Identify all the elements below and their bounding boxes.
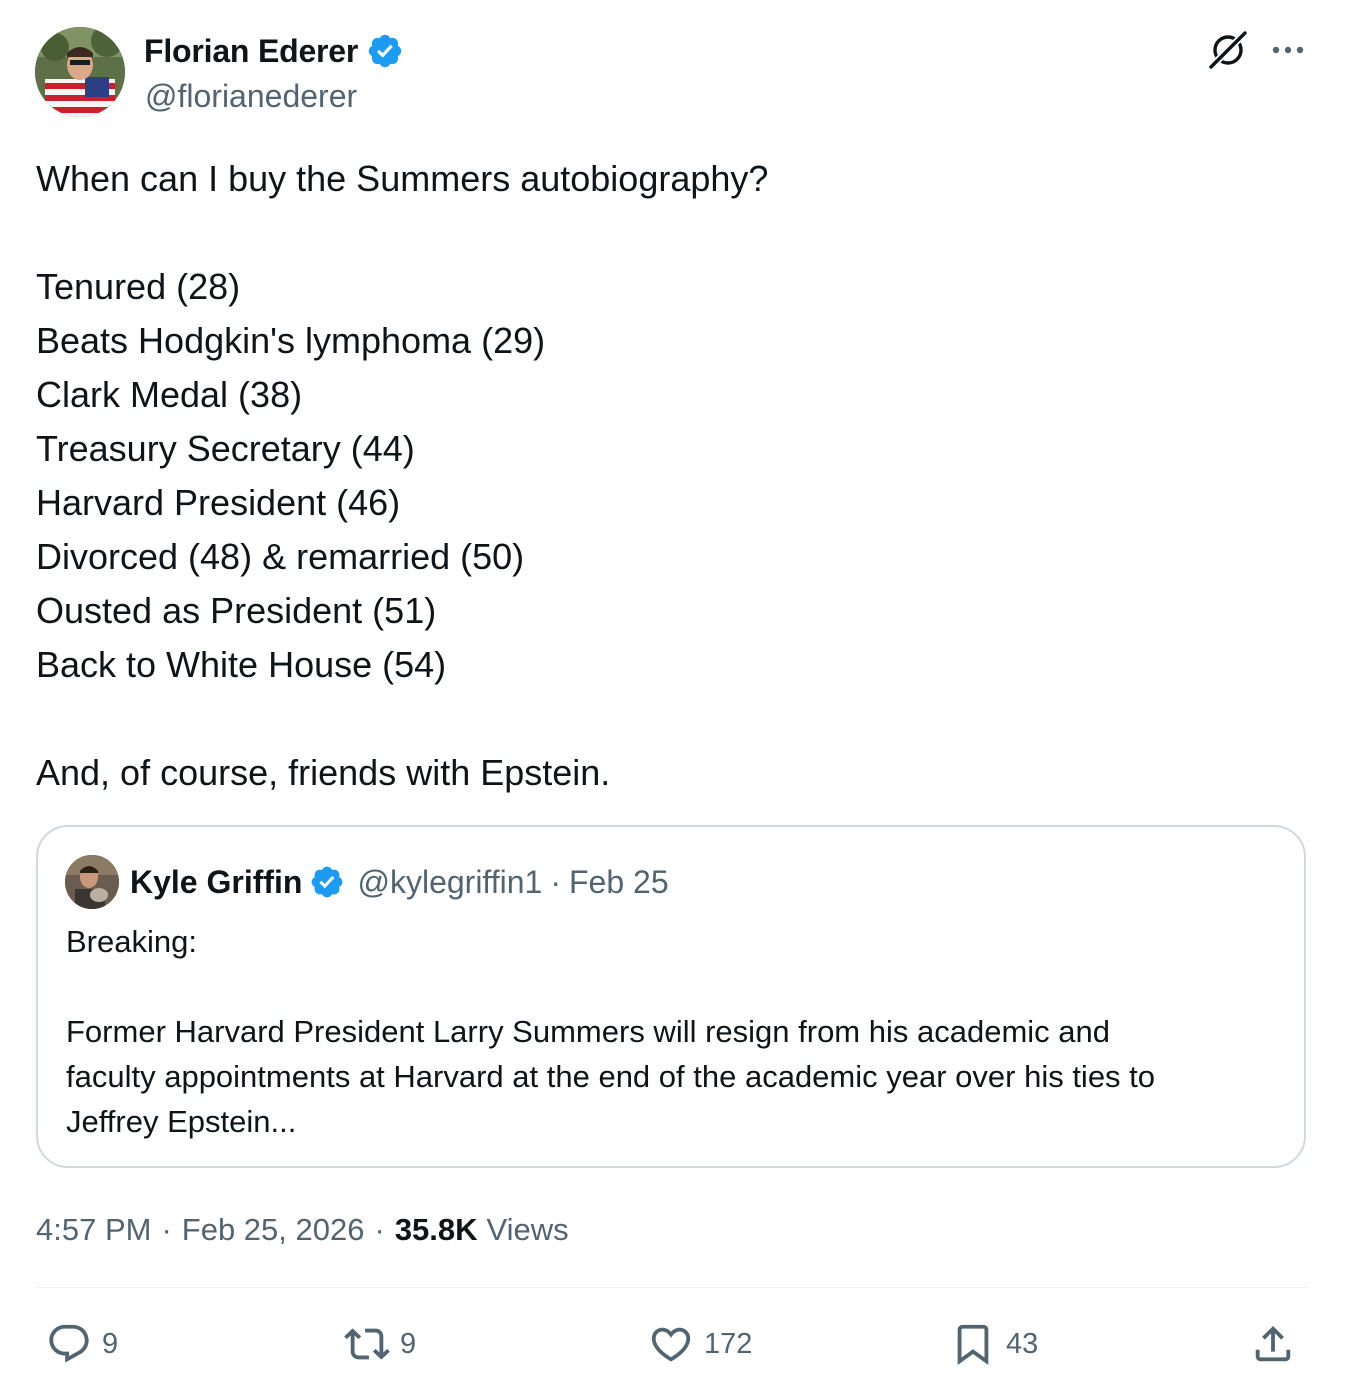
author-name[interactable]: Florian Ederer bbox=[144, 33, 358, 70]
quoted-author-avatar-image bbox=[65, 855, 119, 909]
separator-dot: · bbox=[550, 863, 561, 900]
quoted-text-line: Former Harvard President Larry Summers w… bbox=[66, 1014, 1110, 1049]
tweet-meta: 4:57 PM · Feb 25, 2026 · 35.8K Views bbox=[36, 1207, 569, 1253]
bookmark-icon bbox=[957, 1324, 989, 1365]
share-icon bbox=[1255, 1325, 1291, 1362]
quoted-text-line: Jeffrey Epstein... bbox=[66, 1104, 297, 1139]
separator-dot: · bbox=[161, 1212, 172, 1247]
quoted-tweet-date[interactable]: Feb 25 bbox=[569, 864, 669, 901]
reply-button[interactable]: 9 bbox=[46, 1318, 118, 1370]
author-handle[interactable]: @florianederer bbox=[145, 78, 357, 115]
quoted-author-handle[interactable]: @kylegriffin1 bbox=[357, 864, 542, 901]
quoted-author-avatar[interactable] bbox=[65, 855, 119, 909]
like-button[interactable]: 172 bbox=[648, 1318, 752, 1370]
tweet-list-item: Divorced (48) & remarried (50) bbox=[36, 536, 525, 577]
tweet-date[interactable]: Feb 25, 2026 bbox=[182, 1212, 365, 1248]
tweet-time[interactable]: 4:57 PM bbox=[36, 1212, 151, 1248]
author-name-row[interactable]: Florian Ederer bbox=[144, 30, 404, 72]
tweet-intro: When can I buy the Summers autobiography… bbox=[36, 158, 769, 199]
quoted-text-line: Breaking: bbox=[66, 924, 197, 959]
repost-icon bbox=[344, 1328, 390, 1360]
verified-badge-icon bbox=[312, 866, 343, 898]
tweet-list-item: Clark Medal (38) bbox=[36, 374, 303, 415]
views-count[interactable]: 35.8K bbox=[395, 1212, 478, 1248]
repost-button[interactable]: 9 bbox=[344, 1318, 416, 1370]
views-label[interactable]: Views bbox=[487, 1212, 569, 1248]
quoted-tweet-card[interactable]: Kyle Griffin @kylegriffin1 · Feb 25 Brea… bbox=[36, 825, 1306, 1168]
quoted-tweet-header: Kyle Griffin @kylegriffin1 · Feb 25 bbox=[65, 855, 669, 909]
share-button[interactable] bbox=[1250, 1318, 1296, 1370]
more-options-icon[interactable] bbox=[1268, 30, 1308, 70]
tweet-list-item: Ousted as President (51) bbox=[36, 590, 437, 631]
author-avatar-image bbox=[35, 27, 125, 117]
verified-badge-icon bbox=[368, 34, 402, 68]
tweet-list-item: Treasury Secretary (44) bbox=[36, 428, 415, 469]
heart-icon bbox=[651, 1327, 691, 1362]
repost-count: 9 bbox=[400, 1327, 417, 1360]
bookmark-count: 43 bbox=[1006, 1327, 1039, 1360]
quoted-tweet-text: Breaking: Former Harvard President Larry… bbox=[66, 919, 1281, 1144]
grok-icon[interactable] bbox=[1206, 28, 1250, 72]
bookmark-button[interactable]: 43 bbox=[950, 1318, 1038, 1370]
tweet-list-item: Back to White House (54) bbox=[36, 644, 447, 685]
author-avatar[interactable] bbox=[35, 27, 125, 117]
like-count: 172 bbox=[704, 1327, 753, 1360]
tweet-list-item: Harvard President (46) bbox=[36, 482, 401, 523]
divider bbox=[36, 1287, 1308, 1288]
tweet-list-item: Beats Hodgkin's lymphoma (29) bbox=[36, 320, 546, 361]
tweet-text: When can I buy the Summers autobiography… bbox=[36, 152, 1306, 800]
quoted-author-name[interactable]: Kyle Griffin bbox=[130, 864, 302, 901]
separator-dot: · bbox=[374, 1212, 385, 1247]
tweet-outro: And, of course, friends with Epstein. bbox=[36, 752, 611, 793]
quoted-text-line: faculty appointments at Harvard at the e… bbox=[66, 1059, 1156, 1094]
reply-count: 9 bbox=[102, 1327, 119, 1360]
tweet-detail: Florian Ederer @florianederer When can I… bbox=[0, 0, 1347, 1387]
reply-icon bbox=[49, 1324, 89, 1363]
tweet-list-item: Tenured (28) bbox=[36, 266, 241, 307]
